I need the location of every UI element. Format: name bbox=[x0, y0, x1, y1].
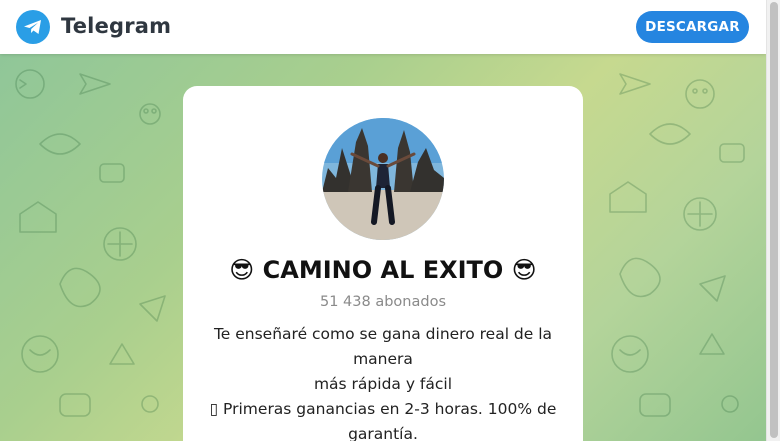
scrollbar-thumb[interactable] bbox=[770, 2, 778, 438]
page-scrollbar[interactable] bbox=[766, 0, 780, 441]
description-line: más rápida y fácil bbox=[313, 375, 453, 393]
channel-avatar bbox=[322, 118, 444, 240]
download-button[interactable]: DESCARGAR bbox=[636, 11, 749, 43]
app-name[interactable]: Telegram bbox=[61, 14, 171, 38]
telegram-logo-icon[interactable] bbox=[16, 10, 50, 44]
description-line: garantía. bbox=[348, 425, 418, 441]
description-line: Te enseñaré como se gana dinero real de … bbox=[213, 325, 553, 368]
subscriber-count: 51 438 abonados bbox=[319, 294, 446, 310]
channel-title: 😎 CAMINO AL EXITO 😎 bbox=[229, 256, 537, 284]
channel-description: Te enseñaré como se gana dinero real de … bbox=[197, 322, 569, 441]
description-line: ▯ Primeras ganancias en 2-3 horas. 100% … bbox=[209, 400, 557, 418]
channel-card: 😎 CAMINO AL EXITO 😎 51 438 abonados Te e… bbox=[183, 86, 583, 441]
top-header: Telegram DESCARGAR bbox=[0, 0, 766, 54]
